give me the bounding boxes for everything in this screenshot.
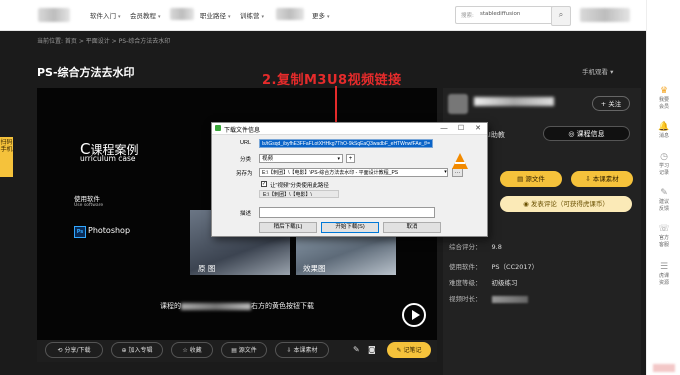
nav-item-more[interactable]: 更多 ▾ bbox=[312, 10, 330, 20]
minimize-icon[interactable]: — bbox=[436, 123, 452, 134]
save-path-dropdown-icon[interactable]: ▾ bbox=[441, 168, 450, 177]
source-file-button[interactable]: ▤ 源文件 bbox=[221, 342, 267, 358]
blurred-badge bbox=[653, 364, 675, 372]
rightbar-feedback[interactable]: ✎ 建议 反馈 bbox=[647, 188, 680, 213]
video-caption: 课程的 右方的黄色按钮下载 bbox=[160, 302, 314, 310]
cancel-button[interactable]: 取消 bbox=[383, 222, 441, 233]
dialog-titlebar[interactable]: 下载文件信息 — ☐ ✕ bbox=[212, 123, 487, 135]
search-label: 搜索: bbox=[461, 13, 474, 19]
download-later-button[interactable]: 稍后下载(L) bbox=[259, 222, 317, 233]
meta-duration: 视频时长： bbox=[449, 293, 528, 303]
browse-button[interactable]: … bbox=[452, 168, 463, 177]
rightbar-resources[interactable]: ☰ 虎课 资源 bbox=[647, 262, 680, 287]
start-download-button[interactable]: 开始下载(S) bbox=[321, 222, 379, 233]
rightbar-service[interactable]: ☏ 官方 客服 bbox=[647, 224, 680, 249]
camera-icon[interactable]: ◙ bbox=[368, 345, 376, 354]
post-comment-button[interactable]: ◉ 发表评论（可获得虎课币） bbox=[500, 196, 632, 212]
remember-path-checkbox[interactable]: ✓ bbox=[261, 181, 267, 187]
search-icon[interactable]: ⌕ bbox=[551, 6, 571, 26]
author-name[interactable] bbox=[474, 97, 554, 106]
vlc-cone-band bbox=[455, 162, 465, 164]
download-app-icon bbox=[215, 125, 221, 131]
service-icon: ☏ bbox=[658, 224, 670, 234]
rightbar-label: 官方 客服 bbox=[658, 235, 669, 248]
photoshop-label: Photoshop bbox=[88, 226, 131, 235]
search-value: stablediffusion bbox=[480, 11, 521, 17]
crown-icon: ♛ bbox=[659, 86, 669, 96]
use-software-en: Use software bbox=[74, 203, 104, 208]
description-field[interactable] bbox=[259, 207, 435, 218]
nav-blurred-item-2[interactable] bbox=[276, 8, 304, 20]
nav-item-member-course[interactable]: 会员教程 ▾ bbox=[130, 10, 161, 20]
clock-icon: ◷ bbox=[660, 152, 668, 162]
chevron-down-icon: ▾ bbox=[337, 156, 340, 162]
rightbar-label: 消息 bbox=[658, 133, 669, 139]
description-label: 描述 bbox=[240, 211, 252, 217]
category-label: 分类 bbox=[240, 157, 252, 163]
take-notes-button[interactable]: ✎ 记笔记 bbox=[387, 342, 431, 358]
right-sidebar: ♛ 我要 会员 🔔 消息 ◷ 学习 记录 ✎ 建议 反馈 ☏ 官方 客服 ☰ 虎课 资源 bbox=[646, 0, 680, 375]
page-title: PS-综合方法去水印 bbox=[37, 66, 135, 79]
save-path-field[interactable]: E:\【刺团】\【电影】\PS-综合方法去水印 - 平面设计教程_PS bbox=[259, 168, 448, 177]
rightbar-label: 虎课 资源 bbox=[658, 273, 669, 286]
vlc-cone-icon bbox=[452, 153, 468, 169]
remember-path-label: 让"视频"分类使用此路径 bbox=[270, 183, 329, 189]
nav-item-software[interactable]: 软件入门 ▾ bbox=[90, 10, 121, 20]
play-button-icon[interactable] bbox=[402, 303, 426, 327]
before-label: 原 图 bbox=[198, 264, 216, 273]
save-as-label: 另存为 bbox=[236, 171, 253, 177]
nav-blurred-item[interactable] bbox=[170, 8, 194, 20]
scan-mobile-tab[interactable]: 扫码手机 bbox=[0, 137, 13, 177]
user-area[interactable] bbox=[580, 8, 630, 22]
favorite-button[interactable]: ☆ 收藏 bbox=[171, 342, 213, 358]
database-icon: ☰ bbox=[659, 262, 669, 272]
add-category-button[interactable]: + bbox=[346, 154, 355, 163]
category-select[interactable]: 视频 ▾ bbox=[259, 154, 343, 163]
top-nav-bar: 软件入门 ▾ 会员教程 ▾ 职业路径 ▾ 训练营 ▾ 更多 ▾ 搜索: stabledif… bbox=[0, 0, 646, 31]
breadcrumb: 当前位置: 首页 > 平面设计 > PS-综合方法去水印 bbox=[37, 38, 171, 45]
rightbar-label: 建议 反馈 bbox=[658, 199, 669, 212]
download-file-dialog: 下载文件信息 — ☐ ✕ URL ls/tGsqd_ibyfhE3FFaFLot… bbox=[211, 122, 488, 237]
rightbar-member[interactable]: ♛ 我要 会员 bbox=[647, 86, 680, 111]
edit-icon: ✎ bbox=[660, 188, 668, 198]
site-logo[interactable] bbox=[38, 8, 70, 22]
avatar[interactable] bbox=[448, 94, 468, 114]
url-field[interactable]: ls/tGsqd_ibyfhE3FFaFLotXHHkg7ThO-9kSqEaQ… bbox=[259, 139, 433, 148]
after-label: 效果图 bbox=[303, 264, 326, 273]
nav-item-career[interactable]: 职业路径 ▾ bbox=[200, 10, 231, 20]
use-software-label: 使用软件 bbox=[74, 195, 100, 203]
mobile-view-button[interactable]: 手机观看 ▾ bbox=[582, 66, 613, 76]
rightbar-history[interactable]: ◷ 学习 记录 bbox=[647, 152, 680, 177]
search-input[interactable]: 搜索: stablediffusion bbox=[455, 6, 553, 24]
close-icon[interactable]: ✕ bbox=[470, 123, 486, 134]
rightbar-label: 学习 记录 bbox=[658, 163, 669, 176]
maximize-icon[interactable]: ☐ bbox=[453, 123, 469, 134]
url-label: URL bbox=[240, 140, 252, 146]
rightbar-messages[interactable]: 🔔 消息 bbox=[647, 122, 680, 140]
panel-source-file-button[interactable]: ▤ 源文件 bbox=[500, 171, 562, 187]
category-path-display: E:\【刺团】\【电影】\ bbox=[259, 190, 339, 198]
lesson-material-button[interactable]: ⇩ 本课素材 bbox=[275, 342, 329, 358]
video-toolbar: ⟲ 分享/下载 ⊕ 加入专辑 ☆ 收藏 ▤ 源文件 ⇩ 本课素材 ✎ ◙ ✎ 记… bbox=[37, 340, 437, 362]
photoshop-icon: Ps bbox=[74, 226, 86, 238]
bell-icon: 🔔 bbox=[658, 122, 670, 132]
follow-button[interactable]: + 关注 bbox=[592, 96, 630, 111]
dialog-title: 下载文件信息 bbox=[224, 128, 261, 134]
meta-rating: 综合评分： 9.8 bbox=[449, 243, 502, 251]
course-case-subtitle: urriculum case bbox=[80, 154, 136, 163]
share-download-button[interactable]: ⟲ 分享/下载 bbox=[45, 342, 103, 358]
tab-course-info[interactable]: ◎ 课程信息 bbox=[543, 126, 630, 141]
panel-material-button[interactable]: ⇩ 本课素材 bbox=[571, 171, 633, 187]
meta-level: 难度等级： 初级练习 bbox=[449, 279, 518, 287]
rightbar-label: 我要 会员 bbox=[658, 97, 669, 110]
meta-software: 使用软件： PS（CC2017） bbox=[449, 263, 539, 271]
nav-item-camp[interactable]: 训练营 ▾ bbox=[240, 10, 264, 20]
add-album-button[interactable]: ⊕ 加入专辑 bbox=[111, 342, 163, 358]
pen-icon[interactable]: ✎ bbox=[353, 345, 360, 354]
